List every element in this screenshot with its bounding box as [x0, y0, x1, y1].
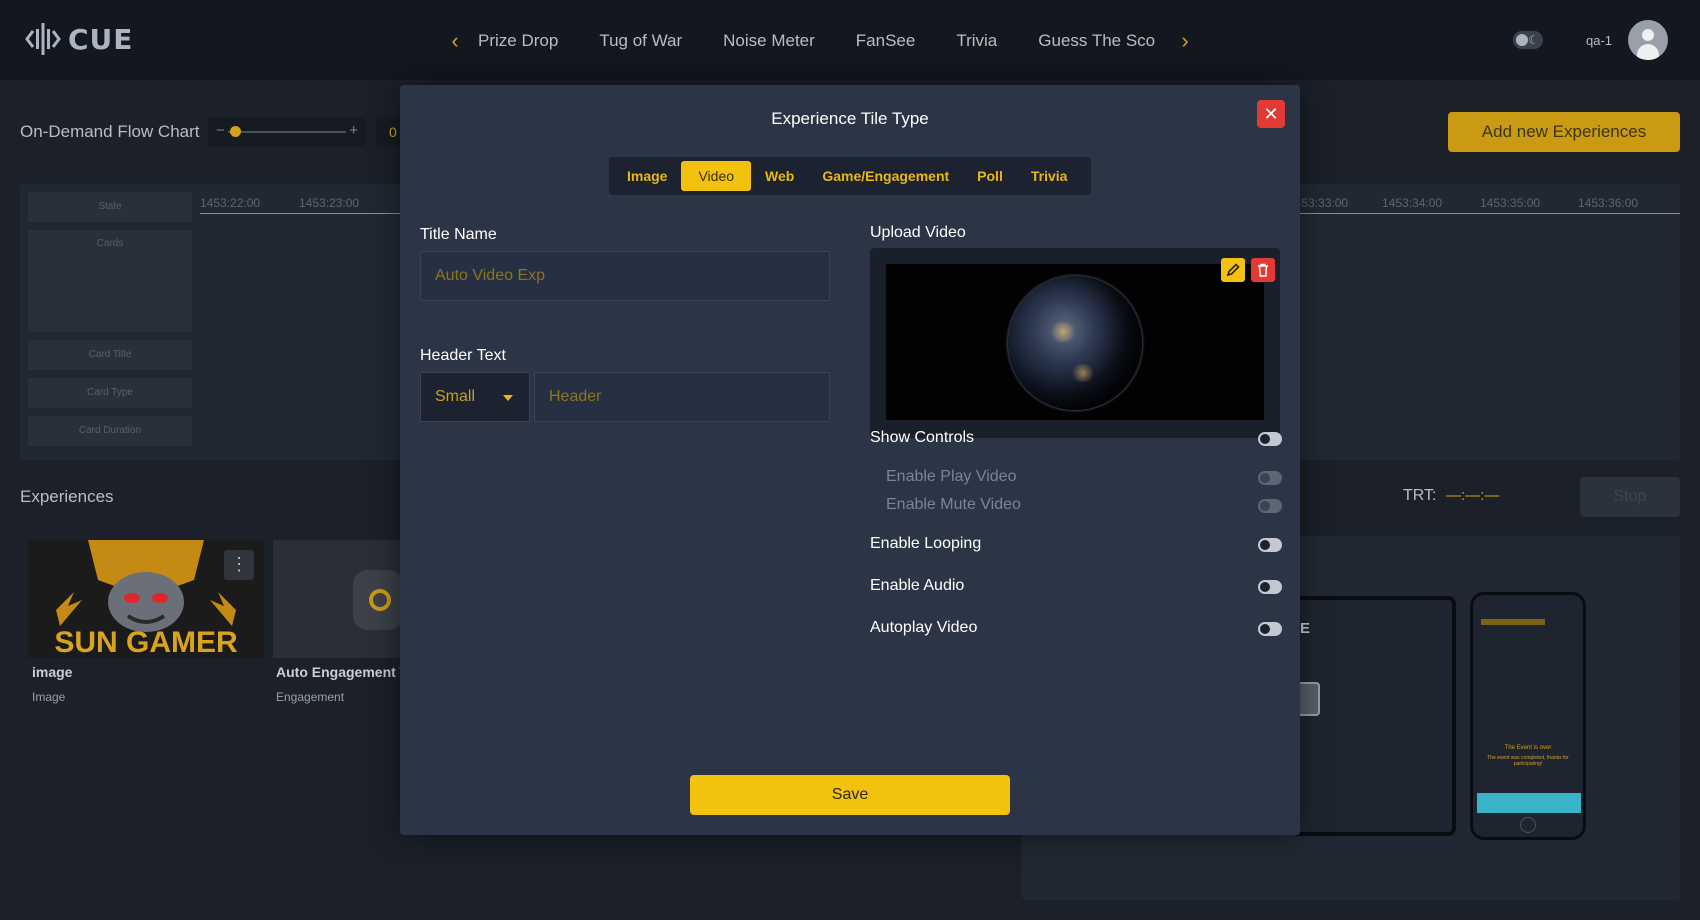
toggle-enable-play-video: Enable Play Video: [870, 466, 1282, 490]
upload-video-label: Upload Video: [870, 224, 966, 241]
toggle-enable-mute-video: Enable Mute Video: [870, 494, 1282, 518]
add-experience-button[interactable]: Add new Experiences: [1448, 112, 1680, 152]
tab-poll[interactable]: Poll: [963, 161, 1017, 191]
timeline-tick: 1453:35:00: [1480, 196, 1541, 210]
toggle-label: Enable Play Video: [886, 468, 1017, 485]
tab-video[interactable]: Video: [681, 161, 752, 191]
header-size-select[interactable]: Small: [420, 372, 530, 422]
toggle-label: Enable Mute Video: [886, 496, 1021, 513]
toggle-switch[interactable]: [1258, 499, 1282, 513]
app-name: CUE: [68, 22, 134, 56]
toggle-switch[interactable]: [1258, 622, 1282, 636]
toggle-switch[interactable]: [1258, 471, 1282, 485]
tab-image[interactable]: Image: [613, 161, 681, 191]
video-thumbnail[interactable]: [886, 264, 1264, 420]
timeline-tick: 1453:36:00: [1578, 196, 1639, 210]
flow-label-card-type: Card Type: [28, 378, 192, 408]
toggle-enable-audio: Enable Audio: [870, 575, 1282, 599]
caret-down-icon: [503, 395, 513, 401]
stop-button[interactable]: Stop: [1580, 477, 1680, 517]
toggle-switch[interactable]: [1258, 538, 1282, 552]
flow-label-state: State: [28, 192, 192, 222]
zoom-out-icon[interactable]: −: [216, 122, 225, 139]
toggle-label: Enable Audio: [870, 577, 965, 594]
modal-title: Experience Tile Type: [771, 109, 929, 128]
timeline-tick: 1453:34:00: [1382, 196, 1443, 210]
toggle-switch[interactable]: [1258, 432, 1282, 446]
phone-preview: The Event is over The event was complete…: [1470, 592, 1586, 840]
tablet-preview: E: [1290, 596, 1456, 836]
toggle-autoplay-video: Autoplay Video: [870, 617, 1282, 641]
nav-item-tug-of-war[interactable]: Tug of War: [599, 31, 682, 51]
nav-items: Prize Drop Tug of War Noise Meter FanSee…: [470, 31, 1170, 51]
card-name: Auto Engagement T: [276, 664, 409, 680]
tab-game-engagement[interactable]: Game/Engagement: [808, 161, 963, 191]
card-name: image: [32, 664, 73, 680]
tablet-text: E: [1300, 620, 1311, 637]
tab-trivia[interactable]: Trivia: [1017, 161, 1082, 191]
title-name-label: Title Name: [420, 226, 497, 243]
toggle-switch[interactable]: [1258, 580, 1282, 594]
experience-tile-type-modal: Experience Tile Type ✕ Image Video Web G…: [400, 85, 1300, 835]
top-bar: CUE ‹ Prize Drop Tug of War Noise Meter …: [0, 0, 1700, 80]
video-preview: [870, 248, 1280, 438]
nav-item-trivia[interactable]: Trivia: [956, 31, 997, 51]
toggle-knob: [1516, 34, 1528, 46]
more-vertical-icon[interactable]: ⋮: [224, 550, 254, 580]
edit-video-button[interactable]: [1221, 258, 1245, 282]
toggle-label: Show Controls: [870, 429, 975, 446]
chevron-right-icon[interactable]: ›: [1170, 26, 1200, 56]
trt-label: TRT:: [1403, 487, 1437, 504]
flow-label-card-duration: Card Duration: [28, 416, 192, 446]
header-text-input[interactable]: Header: [534, 372, 830, 422]
zoom-slider[interactable]: − +: [208, 117, 366, 147]
moon-icon: ☾: [1528, 33, 1539, 47]
close-icon[interactable]: ✕: [1257, 100, 1285, 128]
experiences-title: Experiences: [20, 487, 114, 506]
tab-web[interactable]: Web: [751, 161, 808, 191]
flow-chart-title: On-Demand Flow Chart: [20, 122, 200, 141]
nav-item-noise-meter[interactable]: Noise Meter: [723, 31, 815, 51]
nav-item-fansee[interactable]: FanSee: [856, 31, 916, 51]
experience-card-thumbnail[interactable]: SUN GAMER ⋮: [28, 540, 264, 658]
pencil-icon: [1226, 263, 1240, 277]
home-button-icon: [1520, 817, 1536, 833]
svg-text:SUN GAMER: SUN GAMER: [54, 626, 238, 658]
cue-logo-icon: [25, 23, 61, 55]
toggle-enable-looping: Enable Looping: [870, 533, 1282, 557]
card-type: Image: [32, 690, 66, 704]
card-type: Engagement: [276, 690, 345, 704]
chevron-left-icon[interactable]: ‹: [440, 26, 470, 56]
title-name-input[interactable]: Auto Video Exp: [420, 251, 830, 301]
header-text-label: Header Text: [420, 347, 506, 364]
theme-toggle[interactable]: ☾: [1513, 31, 1543, 49]
username: qa-1: [1586, 33, 1613, 48]
timeline-tick: 1453:22:00: [200, 196, 261, 210]
toggle-label: Enable Looping: [870, 535, 982, 552]
timeline-tick: 1453:23:00: [299, 196, 360, 210]
slider-handle[interactable]: [230, 126, 241, 137]
phone-dock: [1477, 793, 1581, 813]
flow-label-cards: Cards: [28, 230, 192, 332]
tile-type-tabs: Image Video Web Game/Engagement Poll Tri…: [609, 157, 1091, 195]
nav-item-guess-the-score[interactable]: Guess The Sco: [1038, 31, 1155, 51]
avatar[interactable]: [1628, 20, 1668, 60]
user-icon: [1642, 29, 1654, 41]
header-size-value: Small: [435, 388, 476, 405]
experience-nav: ‹ Prize Drop Tug of War Noise Meter FanS…: [440, 24, 1200, 58]
flow-label-card-title: Card Title: [28, 340, 192, 370]
delete-video-button[interactable]: [1251, 258, 1275, 282]
earth-image: [1008, 276, 1142, 410]
trt-value: —:—:—: [1446, 487, 1500, 504]
phone-title: The Event is over: [1504, 745, 1552, 751]
toggle-show-controls: Show Controls: [870, 427, 1282, 451]
zoom-in-icon[interactable]: +: [349, 122, 358, 139]
nav-item-prize-drop[interactable]: Prize Drop: [478, 31, 558, 51]
app-logo[interactable]: CUE: [24, 20, 133, 58]
save-button[interactable]: Save: [690, 775, 1010, 815]
trash-icon: [1258, 263, 1268, 277]
phone-subtitle: The event was completed, thanks for part…: [1487, 755, 1569, 767]
toggle-label: Autoplay Video: [870, 619, 978, 636]
